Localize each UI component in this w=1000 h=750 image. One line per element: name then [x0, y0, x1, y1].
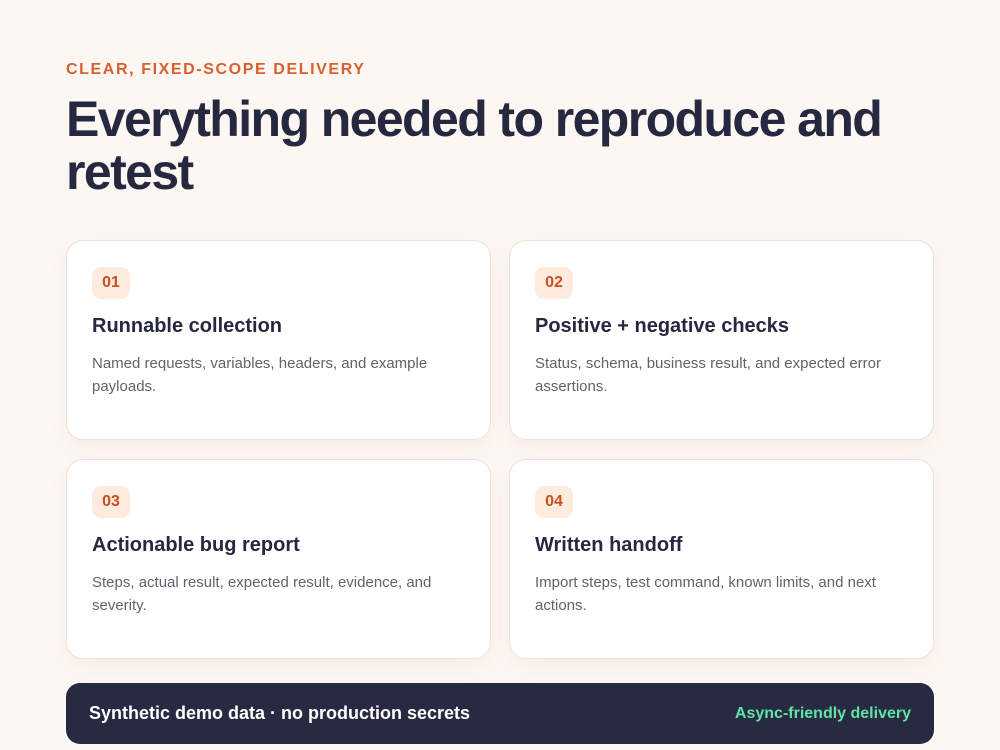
card-title: Positive + negative checks	[535, 315, 790, 337]
deliverable-card-3: 03 Actionable bug report Steps, actual r…	[66, 459, 491, 659]
footer-banner: Synthetic demo data · no production secr…	[66, 683, 934, 744]
footer-note: Synthetic demo data · no production secr…	[89, 703, 471, 723]
card-description: Named requests, variables, headers, and …	[92, 355, 428, 395]
deliverables-grid: 01 Runnable collection Named requests, v…	[66, 240, 934, 659]
card-description: Steps, actual result, expected result, e…	[92, 574, 432, 614]
card-description: Status, schema, business result, and exp…	[535, 355, 882, 395]
card-title: Actionable bug report	[92, 534, 300, 556]
page-title: Everything needed to reproduce and retes…	[66, 91, 883, 200]
deliverable-card-2: 02 Positive + negative checks Status, sc…	[509, 240, 934, 440]
deliverable-card-4: 04 Written handoff Import steps, test co…	[509, 459, 934, 659]
step-number-badge: 01	[92, 267, 130, 299]
step-number-badge: 02	[535, 267, 573, 299]
step-number-badge: 03	[92, 486, 130, 518]
footer-tag: Async-friendly delivery	[734, 704, 911, 722]
section-eyebrow: CLEAR, FIXED-SCOPE DELIVERY	[66, 61, 366, 78]
card-title: Written handoff	[535, 534, 683, 556]
card-title: Runnable collection	[92, 315, 283, 337]
card-description: Import steps, test command, known limits…	[535, 574, 876, 614]
step-number-badge: 04	[535, 486, 573, 518]
deliverable-card-1: 01 Runnable collection Named requests, v…	[66, 240, 491, 440]
